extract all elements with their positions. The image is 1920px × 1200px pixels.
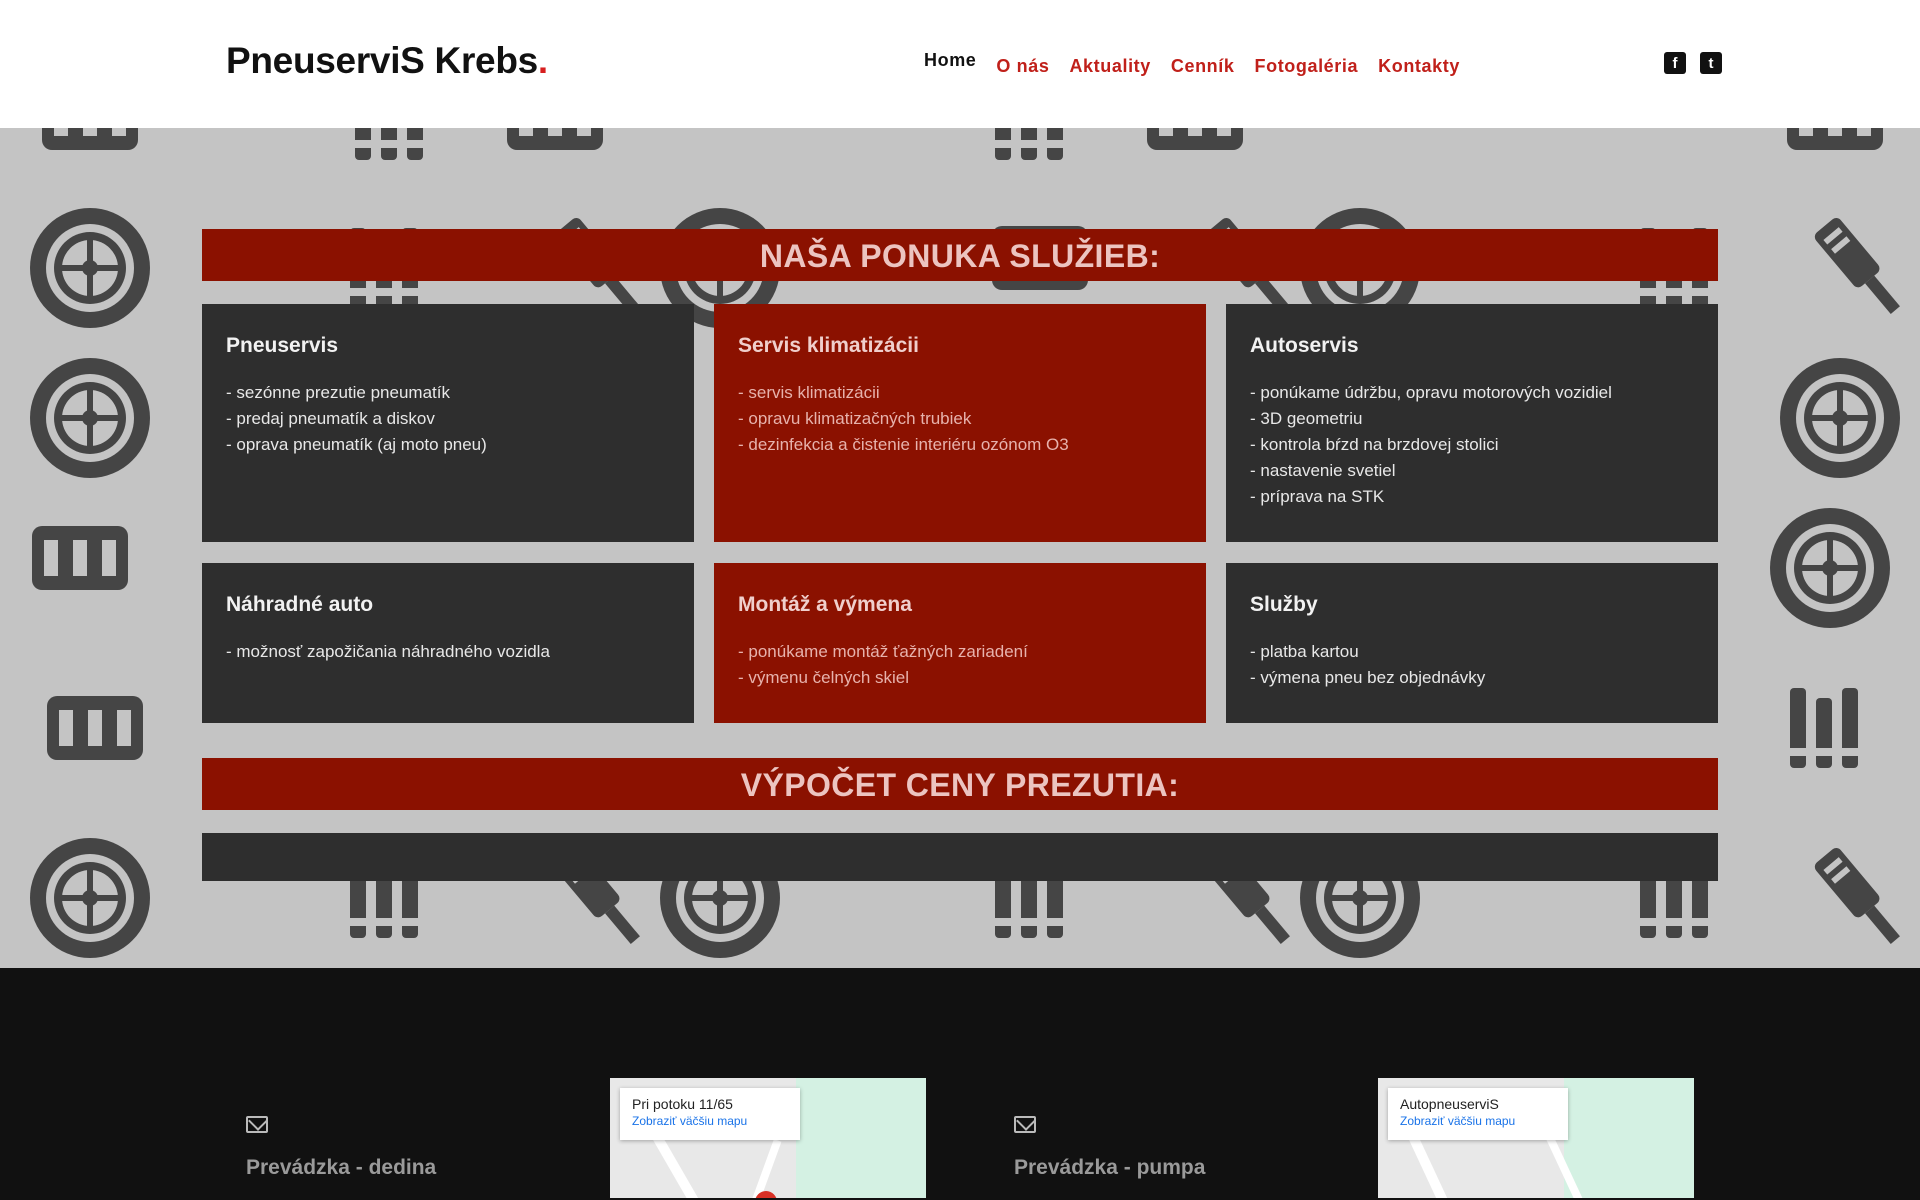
map-road bbox=[746, 1139, 782, 1198]
map-park-area bbox=[796, 1078, 926, 1198]
map-info-card: AutopneuserviS Zobraziť väčšiu mapu bbox=[1388, 1088, 1568, 1140]
site-header: PneuserviS Krebs. Home O nás Aktuality C… bbox=[0, 0, 1920, 128]
card-item: - ponúkame údržbu, opravu motorových voz… bbox=[1250, 383, 1612, 402]
service-card-sluzby: Služby - platba kartou - výmena pneu bez… bbox=[1226, 563, 1718, 723]
card-title: Servis klimatizácii bbox=[738, 334, 919, 357]
nav-o-nas[interactable]: O nás bbox=[996, 50, 1049, 77]
nav-home[interactable]: Home bbox=[924, 50, 977, 83]
map-link[interactable]: Zobraziť väčšiu mapu bbox=[1400, 1114, 1556, 1128]
card-item: - kontrola bŕzd na brzdovej stolici bbox=[1250, 435, 1499, 454]
location-name: Prevádzka - dedina bbox=[246, 1156, 437, 1179]
facebook-icon[interactable]: f bbox=[1664, 52, 1686, 74]
map-title: AutopneuserviS bbox=[1400, 1096, 1499, 1112]
card-item: - predaj pneumatík a diskov bbox=[226, 409, 435, 428]
card-title: Náhradné auto bbox=[226, 593, 374, 616]
social-links: f t bbox=[1664, 52, 1722, 74]
card-title: Pneuservis bbox=[226, 334, 339, 357]
card-item: - dezinfekcia a čistenie interiéru ozóno… bbox=[738, 435, 1069, 454]
card-item: - platba kartou bbox=[1250, 642, 1359, 661]
location-name: Prevádzka - pumpa bbox=[1014, 1156, 1206, 1179]
card-item: - sezónne prezutie pneumatík bbox=[226, 383, 450, 402]
service-card-klimatizacia: Servis klimatizácii - servis klimatizáci… bbox=[714, 304, 1206, 542]
logo-text: PneuserviS Krebs bbox=[226, 40, 538, 81]
main-nav: Home O nás Aktuality Cenník Fotogaléria … bbox=[924, 50, 1460, 83]
map-info-card: Pri potoku 11/65 Zobraziť väčšiu mapu bbox=[620, 1088, 800, 1140]
card-item: - nastavenie svetiel bbox=[1250, 461, 1396, 480]
mail-icon bbox=[1014, 1116, 1036, 1133]
service-card-montaz: Montáž a výmena - ponúkame montáž ťažnýc… bbox=[714, 563, 1206, 723]
map-embed-dedina[interactable]: Pri potoku 11/65 Zobraziť väčšiu mapu bbox=[610, 1078, 926, 1198]
card-item: - ponúkame montáž ťažných zariadení bbox=[738, 642, 1028, 661]
mail-icon bbox=[246, 1116, 268, 1133]
map-park-area bbox=[1564, 1078, 1694, 1198]
card-title: Montáž a výmena bbox=[738, 593, 912, 616]
service-card-nahradne-auto: Náhradné auto - možnosť zapožičania náhr… bbox=[202, 563, 694, 723]
services-title: NAŠA PONUKA SLUŽIEB: bbox=[202, 229, 1718, 281]
card-item: - výmenu čelných skiel bbox=[738, 668, 910, 687]
card-item: - opravu klimatizačných trubiek bbox=[738, 409, 972, 428]
map-embed-pumpa[interactable]: AutopneuserviS Zobraziť väčšiu mapu bbox=[1378, 1078, 1694, 1198]
nav-aktuality[interactable]: Aktuality bbox=[1069, 50, 1150, 77]
card-title: Služby bbox=[1250, 593, 1318, 616]
card-item: - oprava pneumatík (aj moto pneu) bbox=[226, 435, 487, 454]
service-card-pneuservis: Pneuservis - sezónne prezutie pneumatík … bbox=[202, 304, 694, 542]
logo-dot: . bbox=[537, 40, 548, 81]
card-item: - servis klimatizácii bbox=[738, 383, 880, 402]
twitter-icon[interactable]: t bbox=[1700, 52, 1722, 74]
card-title: Autoservis bbox=[1250, 334, 1359, 357]
nav-kontakty[interactable]: Kontakty bbox=[1378, 50, 1460, 77]
card-item: - výmena pneu bez objednávky bbox=[1250, 668, 1486, 687]
map-link[interactable]: Zobraziť väčšiu mapu bbox=[632, 1114, 788, 1128]
service-card-autoservis: Autoservis - ponúkame údržbu, opravu mot… bbox=[1226, 304, 1718, 542]
nav-fotogaleria[interactable]: Fotogaléria bbox=[1255, 50, 1359, 77]
card-item: - príprava na STK bbox=[1250, 487, 1385, 506]
card-item: - možnosť zapožičania náhradného vozidla bbox=[226, 642, 550, 661]
card-item: - 3D geometriu bbox=[1250, 409, 1363, 428]
map-title: Pri potoku 11/65 bbox=[632, 1096, 733, 1112]
nav-cennik[interactable]: Cenník bbox=[1171, 50, 1235, 77]
site-logo[interactable]: PneuserviS Krebs. bbox=[226, 40, 548, 82]
calc-title: VÝPOČET CENY PREZUTIA: bbox=[202, 758, 1718, 810]
price-calculator[interactable] bbox=[202, 833, 1718, 881]
